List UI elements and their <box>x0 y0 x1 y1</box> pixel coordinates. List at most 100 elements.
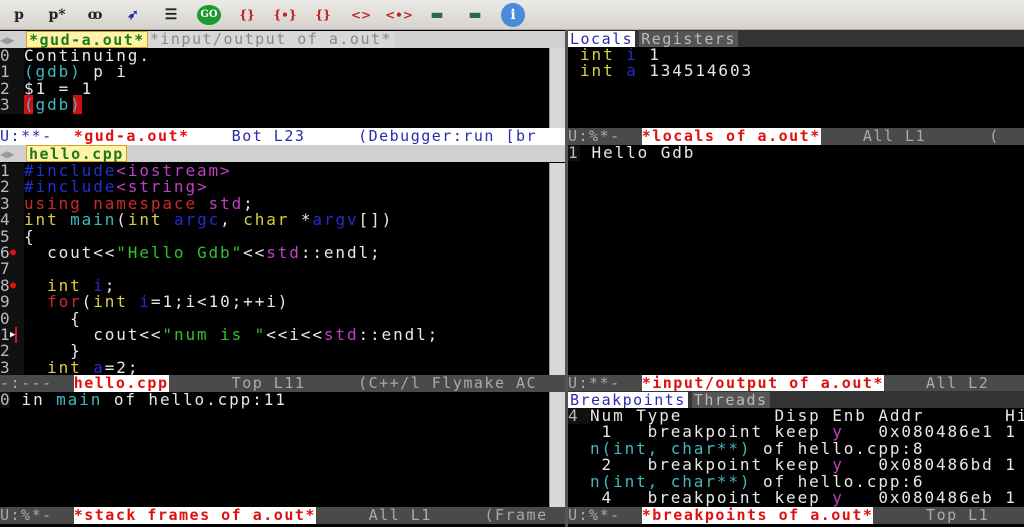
code-token: =1;i<10;++i) <box>150 292 290 312</box>
go-icon[interactable]: GO <box>197 4 221 25</box>
gud-scrollbar[interactable] <box>549 48 565 128</box>
stepi-icon[interactable]: <•> <box>380 2 418 28</box>
code-token: (gdb) <box>24 95 82 115</box>
tab-nav-arrows-icon[interactable]: ◀▶ <box>0 147 26 161</box>
gud-line: 2 $1 = 1 <box>0 80 549 98</box>
line-number: 0 <box>0 390 10 409</box>
code-token: "Hello Gdb" <box>116 242 244 262</box>
modeline-mode: ( <box>989 128 1000 145</box>
tab-nav-arrows-icon[interactable]: ◀▶ <box>0 33 26 47</box>
code-token: "num is " <box>162 324 267 344</box>
nexti-icon[interactable]: <> <box>342 2 380 28</box>
watch-icon[interactable]: ꝏ <box>76 2 114 28</box>
code-token: i <box>139 292 151 312</box>
code-token: << <box>243 242 267 262</box>
code-token: in <box>10 390 57 409</box>
modeline-buffer: *stack frames of a.out* <box>73 507 316 524</box>
local-variable-row: int a 134514603 <box>568 63 1024 79</box>
code-token: Hello Gdb <box>580 143 696 162</box>
locals-buffer[interactable]: int i 1 int a 134514603 <box>568 46 1024 128</box>
code-token: =2; <box>104 357 140 377</box>
source-line: 4 int main(int argc, char *argv[]) <box>0 210 549 230</box>
next-icon[interactable]: {} <box>228 2 266 28</box>
current-line-arrow-icon: ▶ <box>10 326 18 344</box>
code-token: of hello.cpp:11 <box>102 390 287 409</box>
source-line: 1 ▶ cout<<"num is "<<i<<std::endl; <box>0 324 549 344</box>
run-icon[interactable]: ➶ <box>114 2 152 28</box>
code-token: <<i<< <box>266 324 324 344</box>
breakpoint-row: 4 breakpoint keep y 0x080486eb 1 <box>568 487 1024 507</box>
gud-buffer[interactable]: 0 Continuing. 1 (gdb) p i 2 $1 = 1 3 (gdb) <box>0 47 549 128</box>
stack-scrollbar[interactable] <box>549 392 565 507</box>
code-token: * <box>300 210 313 230</box>
code-token: argv <box>312 210 359 230</box>
line-number: 3 <box>0 96 24 114</box>
code-token: 134514603 <box>649 61 754 81</box>
modeline-status: U:%*- <box>568 507 642 524</box>
gud-modeline: U:**- *gud-a.out* Bot L23 (Debugger:run … <box>0 128 565 145</box>
modeline-mode: (C++/l Flymake AC <box>358 375 538 392</box>
code-token: std <box>323 324 359 344</box>
down-stack-icon[interactable]: ▬ <box>456 2 494 28</box>
code-token: ( <box>116 210 128 230</box>
code-token: ::endl; <box>358 324 440 344</box>
code-token: 4 breakpoint keep <box>590 487 833 507</box>
code-token: a <box>626 61 650 81</box>
modeline-status: U:**- <box>0 128 74 145</box>
code-token: main <box>56 390 103 409</box>
io-modeline: U:**- *input/output of a.out* All L2 <box>568 375 1024 392</box>
modeline-mode: (Frame <box>484 507 548 524</box>
stack-frame-row: 0 in main of hello.cpp:11 <box>0 390 549 409</box>
code-token: int <box>93 292 140 312</box>
code-token: ( <box>81 292 94 312</box>
line-number: 4 <box>568 407 590 425</box>
gud-line: 3 (gdb) <box>0 95 549 115</box>
source-line: 6 ● cout<<"Hello Gdb"<<std::endl; <box>0 242 549 262</box>
code-token: a <box>93 357 105 377</box>
finish-icon[interactable]: {} <box>304 2 342 28</box>
modeline-position: All L1 <box>820 128 990 145</box>
toolbar: p p* ꝏ ➶ ☰ GO{} {•}{} <> <•> ▬ ▬ i <box>0 0 1024 30</box>
code-token: p i <box>93 62 128 82</box>
tab-hello-cpp[interactable]: hello.cpp <box>26 145 127 163</box>
code-token: y <box>832 487 844 507</box>
source-tabline: ◀▶ hello.cpp <box>0 145 565 163</box>
up-stack-icon[interactable]: ▬ <box>418 2 456 28</box>
modeline-position: All L1 <box>315 507 485 524</box>
window-divider[interactable] <box>565 30 568 527</box>
code-token: argc <box>173 210 221 230</box>
stack-modeline: U:%*- *stack frames of a.out* All L1 (Fr… <box>0 507 565 524</box>
modeline-status: U:%*- <box>0 507 74 524</box>
source-buffer[interactable]: 1 #include<iostream> 2 #include<string> 3 usi… <box>0 162 549 377</box>
io-line: 1 Hello Gdb <box>568 143 1024 162</box>
breakpoint-icon[interactable]: ● <box>10 278 16 294</box>
line-number: 3 <box>0 359 24 377</box>
source-line: 3 int a=2; <box>0 357 549 377</box>
code-token: cout<< <box>24 242 117 262</box>
code-token: main <box>70 210 117 230</box>
modeline-status: U:**- <box>568 375 642 392</box>
code-token: 0x080486eb 1 <box>843 487 1017 507</box>
breakpoints-buffer[interactable]: 4 Num Type Disp Enb Addr Hit 1 breakpoint… <box>568 407 1024 507</box>
tab-io[interactable]: *input/output of a.out* <box>147 31 395 48</box>
modeline-buffer: *input/output of a.out* <box>641 375 884 392</box>
code-token: []) <box>358 210 394 230</box>
info-icon[interactable]: i <box>501 2 525 27</box>
code-token: std <box>266 242 301 262</box>
code-token: ::endl; <box>300 242 382 262</box>
stack-buffer[interactable]: 0 in main of hello.cpp:11 <box>0 390 549 507</box>
code-token: , <box>220 210 244 230</box>
code-token: char <box>243 210 301 230</box>
source-scrollbar[interactable] <box>549 163 565 375</box>
print-deref-icon[interactable]: p* <box>38 2 76 28</box>
line-number: 1 <box>568 144 580 162</box>
modeline-buffer: *gud-a.out* <box>73 128 190 145</box>
remove-breakpoint-icon[interactable]: ☰ <box>152 2 190 28</box>
print-icon[interactable]: p <box>0 2 38 28</box>
step-icon[interactable]: {•} <box>266 2 304 28</box>
code-token: int <box>127 210 174 230</box>
modeline-buffer: *breakpoints of a.out* <box>641 507 874 524</box>
modeline-position: All L2 <box>883 375 990 392</box>
io-buffer[interactable]: 1 Hello Gdb <box>568 143 1024 375</box>
breakpoint-icon[interactable]: ● <box>10 245 16 261</box>
